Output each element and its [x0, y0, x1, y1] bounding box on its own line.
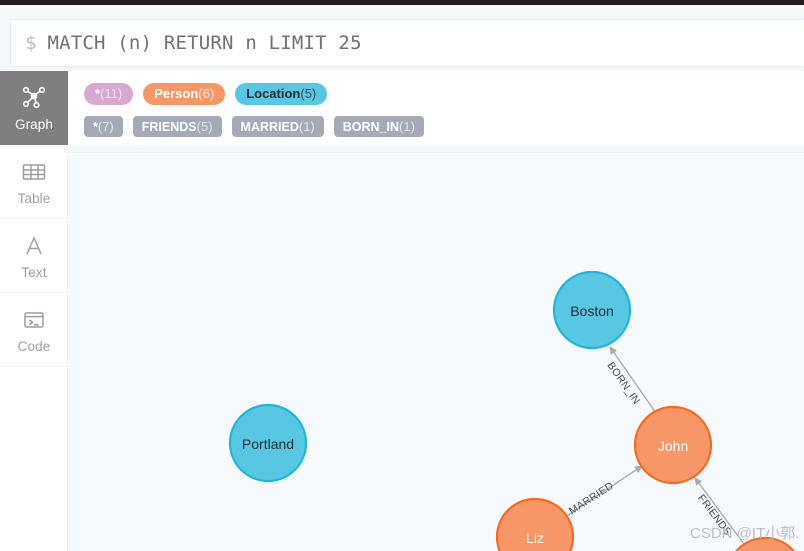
relationship-line[interactable]: [566, 465, 643, 517]
sidebar-item-code[interactable]: Code: [0, 293, 68, 367]
legend-pill-count: (5): [196, 119, 213, 134]
relationship-type-legend-row: * (7) FRIENDS (5) MARRIED (1) BORN_IN (1): [68, 113, 804, 140]
legend-pill-friends[interactable]: FRIENDS (5): [132, 116, 222, 137]
sidebar-item-label: Graph: [14, 117, 54, 133]
graph-node[interactable]: John: [633, 405, 713, 485]
sidebar-item-text[interactable]: Text: [0, 219, 68, 293]
legend-pill-count: (11): [100, 85, 123, 101]
legend-pill-count: (5): [300, 85, 317, 101]
legend-pill-person[interactable]: Person (6): [143, 82, 226, 105]
cypher-query-input[interactable]: MATCH (n) RETURN n LIMIT 25: [47, 33, 361, 53]
text-icon: [19, 231, 49, 261]
table-icon: [19, 157, 49, 187]
legend-pill-all-rels[interactable]: * (7): [84, 116, 123, 137]
neo4j-browser-app: $ MATCH (n) RETURN n LIMIT 25 Graph Tabl…: [0, 0, 804, 551]
legend-pill-name: Person: [154, 85, 199, 101]
legend-pill-name: MARRIED: [240, 120, 299, 134]
relationship-line[interactable]: [609, 346, 657, 414]
legend-pill-count: (6): [198, 85, 215, 101]
sidebar-item-graph[interactable]: Graph: [0, 71, 68, 145]
sidebar-item-label: Code: [17, 339, 51, 355]
prompt-icon: $: [25, 31, 37, 54]
graph-node[interactable]: Boston: [552, 270, 632, 350]
node-circle[interactable]: [633, 405, 713, 485]
code-icon: [19, 305, 49, 335]
graph-icon: [19, 83, 49, 113]
relationship-line[interactable]: [694, 477, 745, 545]
legend-pill-married[interactable]: MARRIED (1): [231, 116, 324, 137]
node-label-legend-row: * (11) Person (6) Location (5): [68, 80, 804, 107]
graph-visualization[interactable]: BORN_INMARRIEDFRIENDSFRIENDSFRIENDS Port…: [68, 153, 804, 551]
legend-pill-count: (1): [399, 119, 415, 134]
legend-pill-born-in[interactable]: BORN_IN (1): [333, 116, 424, 137]
legend-pill-name: Location: [246, 85, 301, 101]
node-circle[interactable]: [495, 497, 575, 551]
legend-panel: * (11) Person (6) Location (5) * (7) FRIENDS…: [68, 71, 804, 145]
legend-pill-name: BORN_IN: [342, 120, 400, 134]
graph-node[interactable]: Portland: [228, 403, 308, 483]
view-mode-sidebar: Graph Table Text Code: [0, 71, 68, 551]
sidebar-item-label: Text: [21, 265, 47, 281]
node-circle[interactable]: [727, 536, 803, 551]
legend-pill-name: FRIENDS: [141, 120, 197, 134]
sidebar-item-label: Table: [17, 191, 51, 207]
relationship-type-label: FRIENDS: [695, 492, 734, 538]
legend-pill-count: (7): [97, 119, 114, 134]
graph-node[interactable]: Liz: [495, 497, 575, 551]
result-frame: Graph Table Text Code * (11) Person (6) …: [0, 71, 804, 551]
node-layer: Portland BostonJohn Liz Shawn: [228, 270, 803, 551]
graph-canvas[interactable]: BORN_INMARRIEDFRIENDSFRIENDSFRIENDS Port…: [68, 152, 804, 551]
window-top-strip: [0, 0, 804, 5]
legend-pill-count: (1): [298, 119, 315, 134]
cypher-editor-bar[interactable]: $ MATCH (n) RETURN n LIMIT 25: [10, 19, 804, 67]
legend-pill-location[interactable]: Location (5): [235, 82, 328, 105]
node-circle[interactable]: [552, 270, 632, 350]
sidebar-item-table[interactable]: Table: [0, 145, 68, 219]
graph-node[interactable]: Shawn: [727, 536, 803, 551]
legend-pill-all-nodes[interactable]: * (11): [84, 82, 134, 105]
node-circle[interactable]: [228, 403, 308, 483]
